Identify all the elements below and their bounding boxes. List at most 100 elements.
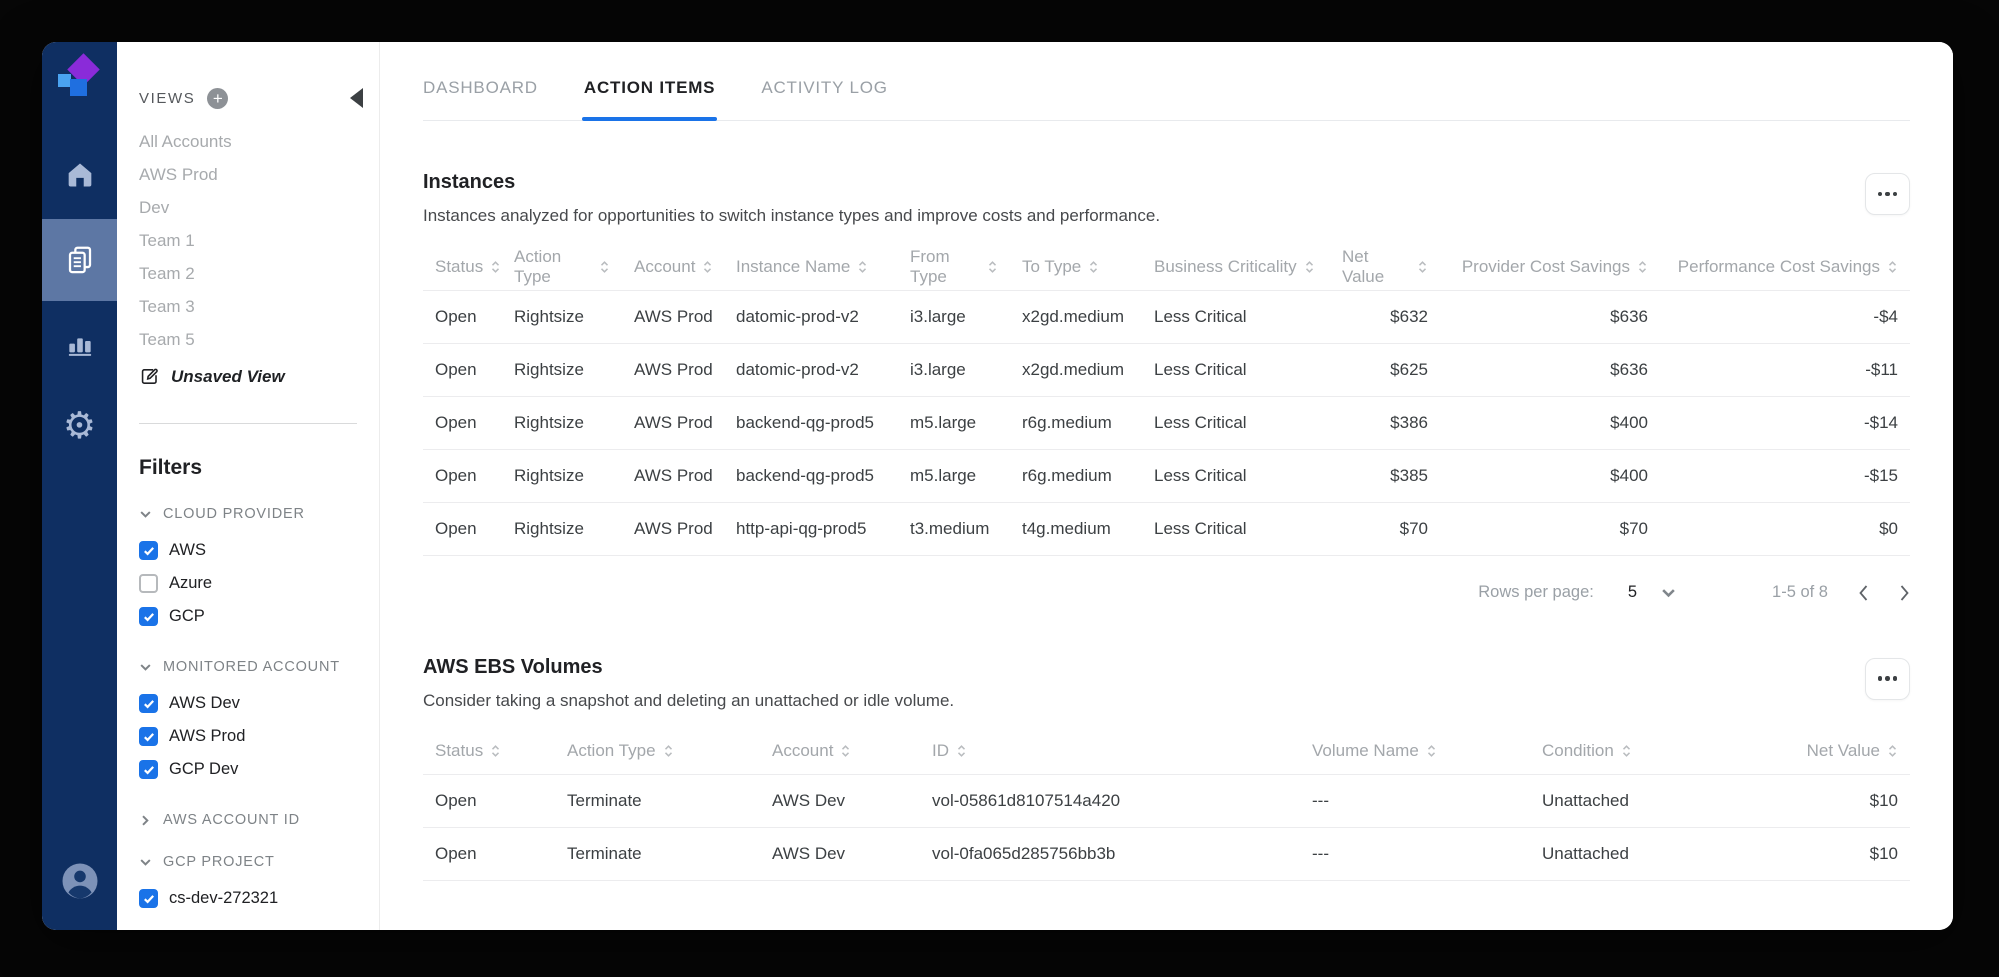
column-header-instance-name[interactable]: Instance Name [724,244,898,290]
table-cell: AWS Prod [634,518,713,538]
rows-per-page-dropdown[interactable] [1661,588,1676,598]
table-cell: $385 [1390,465,1428,485]
next-page-icon[interactable] [1899,584,1910,602]
tab-action-items[interactable]: ACTION ITEMS [581,78,718,121]
filter-option: AWS [139,534,379,567]
checkbox[interactable] [139,760,158,779]
instances-title: Instances [423,171,516,193]
add-view-icon[interactable]: + [207,88,229,109]
table-row: Open Rightsize AWS Prod http-api-qg-prod5 t3… [423,502,1910,555]
column-header-status[interactable]: Status [423,244,502,290]
table-cell: i3.large [910,306,966,326]
table-cell: $70 [1399,518,1428,538]
table-cell: -$4 [1873,306,1898,326]
nav-reports[interactable] [42,313,117,373]
column-header-volume-name[interactable]: Volume Name [1300,729,1530,775]
view-item[interactable]: AWS Prod [139,158,379,191]
column-header-performance-cost-savings[interactable]: Performance Cost Savings [1660,244,1910,290]
bar-chart-icon [64,327,96,359]
column-header-provider-cost-savings[interactable]: Provider Cost Savings [1440,244,1660,290]
checkbox[interactable] [139,694,158,713]
ebs-title: AWS EBS Volumes [423,655,603,678]
filter-option: AWS Dev [139,687,379,720]
ebs-more-options-button[interactable] [1865,657,1910,700]
view-item[interactable]: Team 1 [139,224,379,257]
column-header-to-type[interactable]: To Type [1010,244,1142,290]
filter-section-toggle[interactable]: CLOUD PROVIDER [139,506,379,522]
user-menu[interactable] [42,858,117,904]
column-header-condition[interactable]: Condition [1530,729,1740,775]
table-cell: $10 [1869,844,1898,863]
instances-pagination: Rows per page: 5 1-5 of 8 [423,556,1910,630]
checkbox[interactable] [139,727,158,746]
filter-section-toggle[interactable]: GCP PROJECT [139,854,379,870]
sort-icon [1887,743,1898,759]
rows-per-page-value[interactable]: 5 [1628,583,1637,602]
nav-settings[interactable]: ⚙ [42,395,117,455]
column-header-id[interactable]: ID [920,729,1300,775]
unsaved-view-item[interactable]: Unsaved View [139,366,379,387]
filter-section-toggle[interactable]: AWS ACCOUNT ID [139,812,379,828]
nav-action-items[interactable] [42,219,117,301]
sort-icon [987,259,998,275]
sort-icon [490,743,501,759]
filter-option-label: AWS Prod [169,727,246,745]
prev-page-icon[interactable] [1858,584,1869,602]
tab-activity-log[interactable]: ACTIVITY LOG [761,78,887,120]
table-cell: datomic-prod-v2 [736,306,859,326]
column-header-from-type[interactable]: From Type [898,244,1010,290]
views-title: VIEWS [139,90,196,107]
column-header-status[interactable]: Status [423,729,555,775]
view-item[interactable]: Team 5 [139,323,379,356]
table-header-row: Status Action Type Account Instance Name Fro… [423,244,1910,290]
table-cell: $70 [1619,518,1648,538]
table-cell: x2gd.medium [1022,306,1125,326]
table-cell: --- [1312,844,1329,863]
table-cell: $0 [1879,518,1898,538]
checkbox[interactable] [139,607,158,626]
table-cell: AWS Prod [634,412,713,432]
table-cell: Terminate [567,844,642,863]
column-header-action-type[interactable]: Action Type [502,244,622,290]
view-item[interactable]: Team 2 [139,257,379,290]
checkbox[interactable] [139,541,158,560]
sort-icon [1304,259,1315,275]
table-cell: $386 [1390,412,1428,432]
filter-options: cs-dev-272321 [139,882,379,915]
tab-dashboard[interactable]: DASHBOARD [423,78,538,120]
sort-icon [1637,259,1648,275]
table-cell: Open [435,518,477,538]
view-item[interactable]: Dev [139,191,379,224]
user-avatar-icon [59,860,101,902]
filter-section-toggle[interactable]: MONITORED ACCOUNT [139,659,379,675]
instances-more-options-button[interactable] [1865,173,1910,215]
tab-bar: DASHBOARD ACTION ITEMS ACTIVITY LOG [423,42,1910,121]
column-header-net-value[interactable]: Net Value [1330,244,1440,290]
ebs-section-header: AWS EBS Volumes Consider taking a snapsh… [423,656,1910,711]
filter-option-label: GCP Dev [169,760,239,778]
filter-option: AWS Prod [139,720,379,753]
column-header-business-criticality[interactable]: Business Criticality [1142,244,1330,290]
table-cell: Open [435,306,477,326]
column-header-account[interactable]: Account [760,729,920,775]
sort-icon [857,259,868,275]
table-cell: Less Critical [1154,518,1247,538]
column-header-action-type[interactable]: Action Type [555,729,760,775]
column-header-account[interactable]: Account [622,244,724,290]
nav-home[interactable] [42,145,117,205]
collapse-sidebar-icon[interactable] [350,88,363,108]
view-item[interactable]: All Accounts [139,125,379,158]
pages-icon [64,244,96,276]
checkbox[interactable] [139,574,158,593]
column-header-net-value[interactable]: Net Value [1740,729,1910,775]
instances-table: Status Action Type Account Instance Name Fro… [423,244,1910,556]
table-cell: r6g.medium [1022,465,1112,485]
rows-per-page-label: Rows per page: [1478,583,1594,601]
filter-options: AWS Dev AWS Prod GCP Dev [139,687,379,786]
view-item[interactable]: Team 3 [139,290,379,323]
sort-icon [702,259,713,275]
checkbox[interactable] [139,889,158,908]
table-header-row: Status Action Type Account ID Volume Name Con… [423,729,1910,775]
home-icon [64,159,96,191]
filter-sections: CLOUD PROVIDER AWS Azure GCP MONITORED ACCOU… [139,506,379,915]
